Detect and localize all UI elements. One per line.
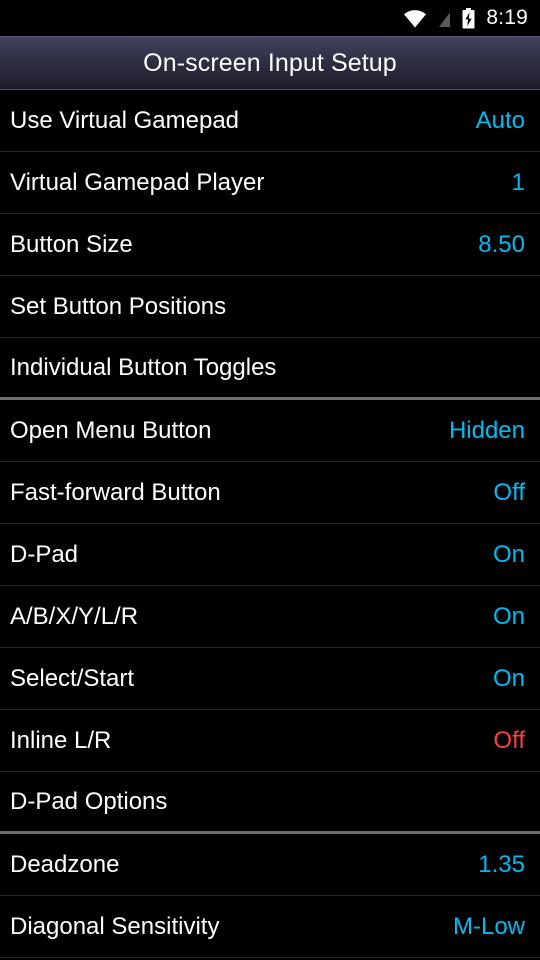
settings-row-value: On	[492, 602, 525, 630]
settings-row-value: Off	[493, 726, 525, 754]
settings-row-label: A/B/X/Y/L/R	[10, 602, 139, 630]
settings-row-label: Open Menu Button	[10, 416, 212, 444]
page-title: On-screen Input Setup	[143, 48, 397, 77]
settings-row[interactable]: Select/Start On	[0, 648, 540, 710]
status-bar: 8:19	[0, 0, 540, 36]
settings-row-label: Select/Start	[10, 664, 135, 692]
settings-row-value: 1	[511, 168, 525, 196]
settings-row-value: Hidden	[448, 416, 525, 444]
wifi-icon	[403, 9, 427, 28]
settings-row[interactable]: Set Button Positions	[0, 276, 540, 338]
settings-row-value: 1.35	[478, 850, 525, 878]
settings-row[interactable]: Diagonal Sensitivity M-Low	[0, 896, 540, 958]
settings-row[interactable]: Fast-forward Button Off	[0, 462, 540, 524]
settings-list: Use Virtual Gamepad Auto Virtual Gamepad P…	[0, 90, 540, 958]
settings-row[interactable]: Use Virtual Gamepad Auto	[0, 90, 540, 152]
settings-row[interactable]: D-Pad Options	[0, 772, 540, 834]
signal-off-icon	[436, 8, 453, 28]
settings-row-label: Set Button Positions	[10, 292, 227, 320]
settings-row-value: Auto	[475, 106, 525, 134]
settings-row-label: Button Size	[10, 230, 133, 258]
settings-row[interactable]: Virtual Gamepad Player 1	[0, 152, 540, 214]
settings-row-value: Off	[493, 478, 525, 506]
settings-row[interactable]: Button Size 8.50	[0, 214, 540, 276]
settings-row-value: 8.50	[478, 230, 525, 258]
settings-row-value: On	[492, 540, 525, 568]
settings-row[interactable]: Inline L/R Off	[0, 710, 540, 772]
settings-row-label: Diagonal Sensitivity	[10, 912, 220, 940]
settings-row[interactable]: A/B/X/Y/L/R On	[0, 586, 540, 648]
settings-row-label: Virtual Gamepad Player	[10, 168, 265, 196]
settings-row-label: Inline L/R	[10, 726, 112, 754]
settings-row-label: D-Pad Options	[10, 787, 168, 815]
status-clock: 8:19	[486, 6, 528, 29]
settings-row[interactable]: Open Menu Button Hidden	[0, 400, 540, 462]
settings-row[interactable]: D-Pad On	[0, 524, 540, 586]
settings-row-value: M-Low	[452, 912, 525, 940]
settings-row-value: On	[492, 664, 525, 692]
settings-row-label: Fast-forward Button	[10, 478, 221, 506]
settings-row[interactable]: Deadzone 1.35	[0, 834, 540, 896]
battery-charging-icon	[462, 7, 475, 29]
settings-row-label: Use Virtual Gamepad	[10, 106, 240, 134]
title-bar: On-screen Input Setup	[0, 36, 540, 90]
settings-row-label: D-Pad	[10, 540, 79, 568]
settings-row[interactable]: Individual Button Toggles	[0, 338, 540, 400]
settings-row-label: Deadzone	[10, 850, 120, 878]
settings-row-label: Individual Button Toggles	[10, 353, 277, 381]
